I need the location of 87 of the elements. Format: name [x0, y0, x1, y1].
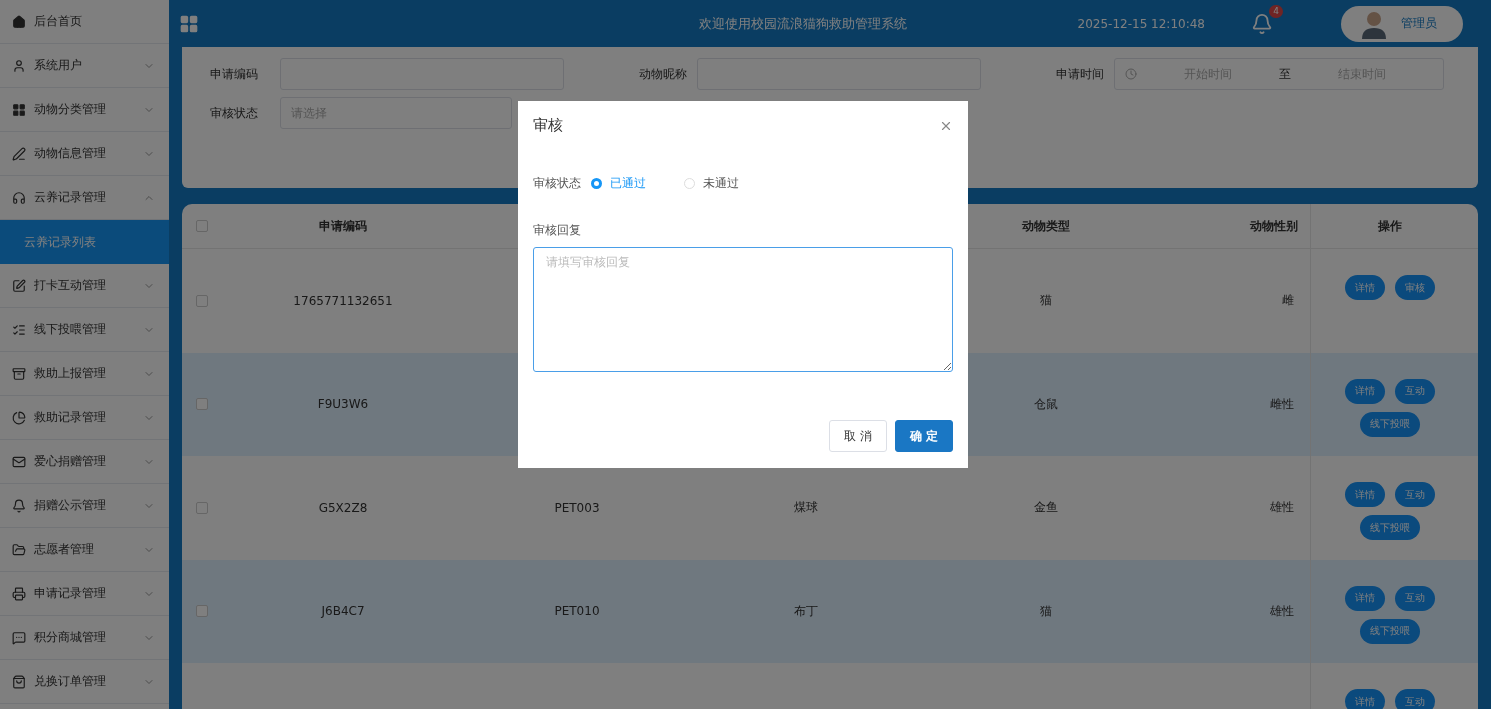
sidebar-item[interactable]: 爱心捐赠管理	[0, 440, 169, 484]
sidebar-item[interactable]: 捐赠公示管理	[0, 484, 169, 528]
mail-icon	[12, 454, 26, 469]
table-cell-text: 猫	[1039, 292, 1053, 310]
column-header: 操作	[1310, 204, 1468, 248]
table-cell-text: F9U3W6	[316, 397, 370, 412]
action-button[interactable]: 互动	[1394, 482, 1435, 507]
table-cell-text: 1765771132651	[292, 293, 394, 308]
sidebar-item[interactable]: 动物信息管理	[0, 132, 169, 176]
table-cell-text: 雄性	[1269, 602, 1295, 620]
sidebar-item[interactable]: 救助上报管理	[0, 352, 169, 396]
field-label: 审核状态	[210, 104, 259, 122]
sidebar-item[interactable]: 兑换订单管理	[0, 660, 169, 704]
sidebar-item[interactable]: 打卡互动管理	[0, 264, 169, 308]
action-button[interactable]: 详情	[1344, 482, 1385, 507]
reply-field[interactable]: 请填写审核回复	[533, 247, 953, 372]
checkbox[interactable]	[196, 398, 208, 411]
action-button[interactable]: 互动	[1394, 689, 1435, 709]
action-button[interactable]: 线下投喂	[1359, 618, 1420, 644]
datetime: 2025-12-15 12:10:48	[1077, 16, 1205, 31]
radio-option[interactable]: 已通过	[591, 175, 646, 192]
printer-icon	[12, 586, 26, 601]
action-button[interactable]: 互动	[1394, 585, 1435, 611]
field-label: 申请时间	[1055, 65, 1105, 83]
checkbox[interactable]	[196, 220, 208, 232]
action-button[interactable]: 线下投喂	[1359, 411, 1420, 437]
pen-icon	[12, 146, 26, 161]
action-button[interactable]: 审核	[1394, 275, 1435, 300]
user-menu[interactable]: 管理员	[1341, 5, 1463, 42]
field-label: 动物昵称	[638, 65, 688, 83]
table-cell-text: PET010	[553, 604, 601, 619]
sidebar-item[interactable]: 积分商城管理	[0, 616, 169, 660]
dialog-title: 审核	[533, 116, 563, 135]
cancel-button[interactable]: 取 消	[829, 420, 887, 452]
column-header: 动物类型	[1021, 217, 1071, 235]
bag-icon	[12, 674, 26, 689]
radio-option[interactable]: 未通过	[684, 175, 739, 192]
checkbox[interactable]	[196, 294, 208, 307]
sidebar-item[interactable]: 动物分类管理	[0, 88, 169, 132]
table-cell-text: PET003	[553, 500, 601, 515]
pie-chart-icon	[12, 410, 26, 425]
grid-icon	[12, 102, 26, 117]
sidebar-item[interactable]: 救助记录管理	[0, 396, 169, 440]
field-label: 审核状态	[533, 175, 581, 192]
sidebar-item[interactable]: 线下投喂管理	[0, 308, 169, 352]
clock-icon	[1125, 68, 1137, 80]
field-label: 申请编码	[210, 65, 259, 83]
sidebar-item[interactable]: 志愿者管理	[0, 528, 169, 572]
user-icon	[12, 58, 26, 73]
action-button[interactable]: 详情	[1344, 585, 1385, 611]
menu-icon[interactable]	[179, 13, 199, 34]
headphones-icon	[12, 190, 26, 205]
home-icon	[12, 14, 26, 29]
sidebar-subitem[interactable]: 云养记录列表	[0, 220, 169, 264]
checklist-icon	[12, 322, 26, 337]
field-label: 审核回复	[533, 222, 582, 239]
app-title: 欢迎使用校园流浪猫狗救助管理系统	[698, 14, 909, 33]
sidebar-item[interactable]: 申请记录管理	[0, 572, 169, 616]
action-button[interactable]: 详情	[1344, 378, 1385, 404]
action-button[interactable]: 线下投喂	[1359, 515, 1420, 540]
sidebar-item[interactable]: 系统用户	[0, 44, 169, 88]
bell-icon[interactable]	[1251, 12, 1273, 35]
folder-icon	[12, 542, 26, 557]
table-cell-text: 雌	[1281, 292, 1295, 310]
table-cell-text: J6B4C7	[320, 604, 366, 619]
checkbox[interactable]	[196, 605, 208, 618]
table-cell-text: 雌性	[1269, 395, 1295, 413]
notification-badge: 4	[1269, 4, 1283, 18]
chat-icon	[12, 630, 26, 645]
table-cell-text: 雄性	[1269, 499, 1295, 517]
column-header: 动物性别	[1249, 217, 1299, 235]
action-button[interactable]: 互动	[1394, 378, 1435, 404]
table-cell-text: 猫	[1039, 602, 1053, 620]
archive-icon	[12, 366, 26, 381]
action-button[interactable]: 详情	[1344, 689, 1385, 709]
table-cell-text: 煤球	[793, 499, 819, 517]
checkbox[interactable]	[196, 501, 208, 514]
table-cell-text: 仓鼠	[1033, 395, 1059, 413]
table-cell-text: G5X2Z8	[317, 500, 369, 515]
table-cell-text: 布丁	[793, 602, 819, 620]
edit-icon	[12, 278, 26, 293]
action-button[interactable]: 详情	[1344, 275, 1385, 300]
confirm-button[interactable]: 确 定	[894, 420, 953, 452]
sidebar-item[interactable]: 后台首页	[0, 0, 169, 44]
column-header: 申请编码	[318, 217, 368, 235]
table-cell-text: 金鱼	[1033, 499, 1059, 517]
bell-icon	[12, 498, 26, 513]
